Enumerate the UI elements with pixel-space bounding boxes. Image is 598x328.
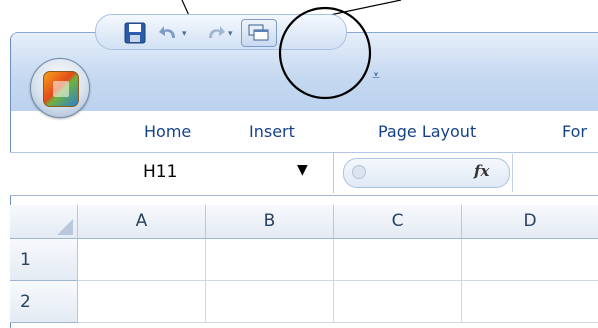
insert-function-icon[interactable]: fx xyxy=(474,162,489,180)
cell-c2[interactable] xyxy=(334,281,462,323)
undo-dropdown-icon[interactable]: ▾ xyxy=(182,29,187,39)
tab-insert[interactable]: Insert xyxy=(249,122,295,141)
column-header-c[interactable]: C xyxy=(334,205,462,239)
select-all-corner[interactable] xyxy=(10,205,78,239)
cell-a2[interactable] xyxy=(78,281,206,323)
column-header-b[interactable]: B xyxy=(206,205,334,239)
column-header-a[interactable]: A xyxy=(78,205,206,239)
redo-icon[interactable] xyxy=(204,23,226,43)
tab-page-layout[interactable]: Page Layout xyxy=(378,122,476,141)
name-box[interactable]: H11 ▼ xyxy=(11,153,334,193)
select-all-icon xyxy=(57,219,73,235)
redo-dropdown-icon[interactable]: ▾ xyxy=(228,29,233,39)
cell-c1[interactable] xyxy=(334,239,462,281)
cell-b2[interactable] xyxy=(206,281,334,323)
office-button[interactable] xyxy=(30,58,90,118)
tab-home[interactable]: Home xyxy=(144,122,191,141)
switch-windows-icon xyxy=(248,24,269,41)
formula-input[interactable] xyxy=(512,154,598,192)
cell-a1[interactable] xyxy=(78,239,206,281)
customize-qat-icon[interactable]: ⩡ xyxy=(372,68,380,84)
expand-icon[interactable] xyxy=(352,165,366,179)
cell-b1[interactable] xyxy=(206,239,334,281)
quick-access-toolbar: ▾ ▾ xyxy=(95,14,347,50)
switch-windows-button[interactable] xyxy=(241,19,277,47)
save-icon[interactable] xyxy=(124,22,146,44)
cell-d2[interactable] xyxy=(462,281,598,323)
row-header-2[interactable]: 2 xyxy=(10,281,78,323)
column-header-d[interactable]: D xyxy=(462,205,598,239)
row-header-1[interactable]: 1 xyxy=(10,239,78,281)
formula-bar-buttons: fx xyxy=(343,158,510,188)
office-button-icon xyxy=(43,71,79,107)
name-box-dropdown-icon[interactable]: ▼ xyxy=(297,162,308,178)
tab-formulas[interactable]: For xyxy=(562,122,587,141)
callout-line-right xyxy=(329,0,402,16)
cell-d1[interactable] xyxy=(462,239,598,281)
undo-icon[interactable] xyxy=(158,23,180,43)
name-box-value: H11 xyxy=(143,162,178,182)
